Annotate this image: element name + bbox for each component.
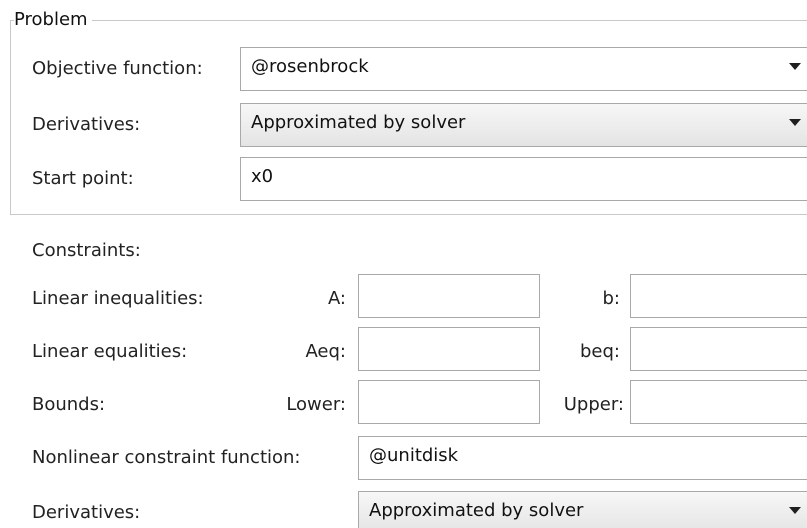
constraint-derivatives-value[interactable]: Approximated by solver: [369, 500, 583, 521]
lower-bound-input[interactable]: [358, 380, 540, 424]
start-point-label: Start point:: [32, 168, 134, 189]
nonlinear-constraint-label: Nonlinear constraint function:: [32, 447, 301, 468]
problem-section-title: Problem: [14, 9, 92, 31]
b-vector-input[interactable]: [630, 274, 807, 318]
derivatives-value[interactable]: Approximated by solver: [251, 112, 465, 133]
constraint-derivatives-label: Derivatives:: [32, 502, 141, 523]
aeq-matrix-label: Aeq:: [305, 341, 346, 362]
nonlinear-constraint-input[interactable]: @unitdisk: [358, 436, 807, 480]
constraints-title: Constraints:: [32, 240, 141, 261]
chevron-down-icon[interactable]: [789, 63, 801, 70]
constraint-derivatives-dropdown[interactable]: Approximated by solver: [358, 491, 807, 528]
objective-function-value[interactable]: @rosenbrock: [251, 56, 369, 77]
beq-vector-input[interactable]: [630, 327, 807, 371]
linear-inequalities-label: Linear inequalities:: [32, 288, 204, 309]
upper-bound-label: Upper:: [563, 394, 624, 415]
a-matrix-label: A:: [327, 288, 346, 309]
a-matrix-input[interactable]: [358, 274, 540, 318]
beq-vector-label: beq:: [580, 341, 620, 362]
lower-bound-label: Lower:: [286, 394, 346, 415]
derivatives-label: Derivatives:: [32, 114, 141, 135]
linear-equalities-label: Linear equalities:: [32, 341, 188, 362]
start-point-input[interactable]: x0: [240, 157, 807, 201]
bounds-label: Bounds:: [32, 394, 106, 415]
b-vector-label: b:: [602, 288, 621, 309]
aeq-matrix-input[interactable]: [358, 327, 540, 371]
objective-function-combo[interactable]: @rosenbrock: [240, 47, 807, 91]
upper-bound-input[interactable]: [630, 380, 807, 424]
chevron-down-icon[interactable]: [789, 119, 801, 126]
chevron-down-icon[interactable]: [789, 507, 801, 514]
derivatives-dropdown[interactable]: Approximated by solver: [240, 103, 807, 147]
objective-function-label: Objective function:: [32, 58, 203, 79]
optimization-problem-panel: Problem Objective function: @rosenbrock …: [0, 0, 807, 528]
